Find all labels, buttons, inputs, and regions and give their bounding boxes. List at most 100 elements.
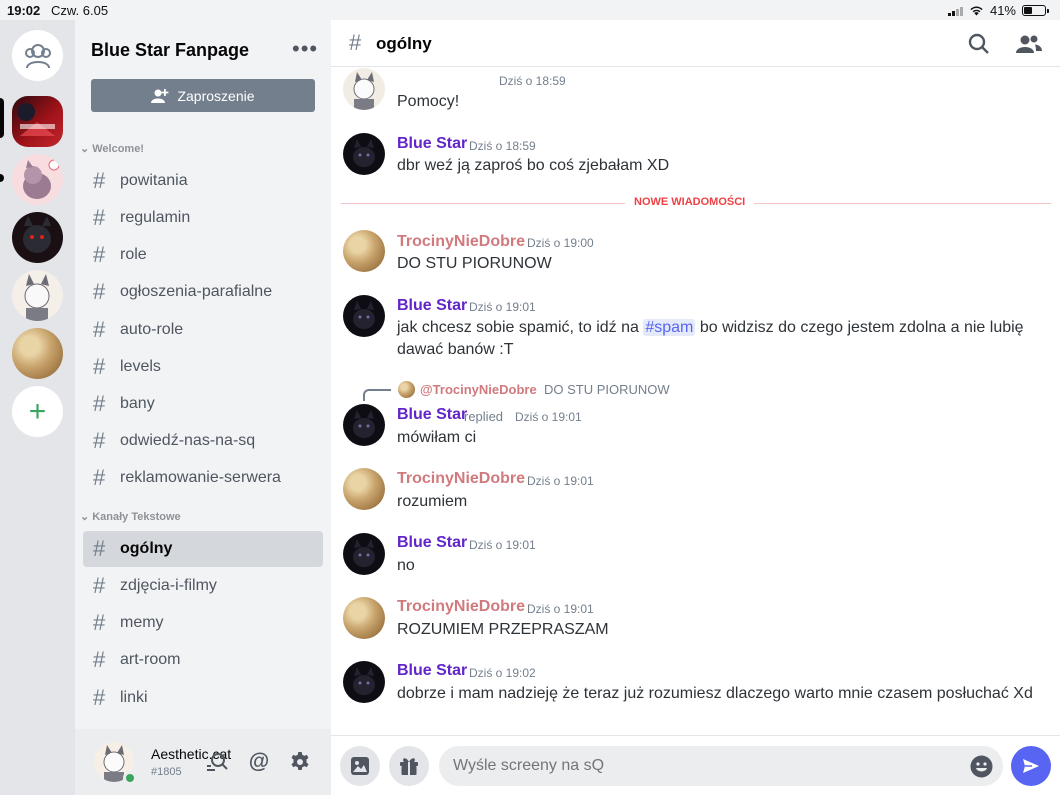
channel-reklamowanie-serwera[interactable]: # reklamowanie-serwera — [83, 460, 323, 496]
message-author[interactable]: Blue Star — [397, 135, 467, 153]
attach-image-button[interactable] — [340, 746, 380, 786]
avatar[interactable] — [343, 597, 385, 639]
invite-button[interactable]: Zaproszenie — [91, 79, 315, 112]
channel-bany[interactable]: # bany — [83, 386, 323, 422]
channel-linki[interactable]: # linki — [83, 680, 323, 716]
channel-levels[interactable]: # levels — [83, 349, 323, 385]
category-kanaly-tekstowe[interactable]: ⌄ Kanały Tekstowe — [80, 510, 181, 523]
reply-preview[interactable]: DO STU PIORUNOW — [544, 382, 670, 397]
settings-icon — [291, 752, 309, 770]
message-timestamp: Dziś o 19:01 — [469, 538, 536, 552]
hash-icon: # — [93, 317, 106, 342]
message-input[interactable] — [453, 746, 953, 786]
message-timestamp: Dziś o 19:01 — [527, 474, 594, 488]
channel-auto-role[interactable]: # auto-role — [83, 312, 323, 348]
channel-label: linki — [120, 689, 148, 706]
message-author[interactable]: Blue Star — [397, 534, 467, 552]
message-text: dbr weź ją zaproś bo coś zjebałam XD — [397, 157, 670, 174]
channel-label: auto-role — [120, 321, 184, 338]
avatar[interactable] — [343, 661, 385, 703]
channel-role[interactable]: # role — [83, 237, 323, 273]
message-author[interactable]: TrocinyNieDobre — [397, 470, 525, 488]
avatar[interactable] — [343, 468, 385, 510]
avatar-art — [353, 139, 375, 167]
friends-icon — [24, 43, 51, 68]
direct-messages-button[interactable] — [12, 30, 63, 81]
selected-server-indicator — [0, 98, 4, 138]
message-timestamp: Dziś o 19:01 — [469, 300, 536, 314]
message-author[interactable]: TrocinyNieDobre — [397, 233, 525, 251]
hash-icon: # — [93, 205, 106, 230]
server-icon-4[interactable] — [12, 270, 63, 321]
mentions-button[interactable]: @ — [247, 750, 271, 774]
message-author[interactable]: TrocinyNieDobre — [397, 598, 525, 616]
search-icon[interactable] — [967, 32, 991, 56]
avatar[interactable] — [343, 404, 385, 446]
avatar[interactable] — [343, 295, 385, 337]
server-icon-art — [23, 159, 60, 199]
settings-button[interactable] — [288, 750, 312, 774]
message-text: jak chcesz sobie spamić, to idź na #spam… — [397, 317, 1047, 361]
channel-art-room[interactable]: # art-room — [83, 642, 323, 678]
channel-memy[interactable]: # memy — [83, 605, 323, 641]
hash-icon: # — [93, 610, 106, 635]
message-author[interactable]: Blue Star — [397, 297, 467, 315]
avatar-art — [353, 301, 375, 329]
gift-button[interactable] — [389, 746, 429, 786]
channel-powitania[interactable]: # powitania — [83, 163, 323, 199]
message-text: rozumiem — [397, 493, 468, 510]
search-members-button[interactable] — [205, 750, 229, 774]
wifi-icon — [970, 6, 983, 16]
emoji-icon[interactable] — [970, 755, 993, 778]
channel-regulamin[interactable]: # regulamin — [83, 200, 323, 236]
avatar[interactable] — [343, 68, 385, 110]
avatar[interactable] — [343, 133, 385, 175]
message-text: no — [397, 557, 415, 574]
channel-ogolny[interactable]: # ogólny — [83, 531, 323, 567]
mentions-icon: @ — [248, 750, 270, 773]
message-composer — [331, 735, 1060, 795]
channel-label: ogłoszenia-parafialne — [120, 283, 273, 300]
hash-icon: # — [93, 647, 106, 672]
category-welcome[interactable]: ⌄ Welcome! — [80, 142, 144, 155]
server-name[interactable]: Blue Star Fanpage — [91, 40, 249, 61]
server-blue-star-fanpage[interactable] — [12, 96, 63, 147]
server-icon-3[interactable] — [12, 212, 63, 263]
avatar[interactable] — [343, 230, 385, 272]
channel-ogloszenia-parafialne[interactable]: # ogłoszenia-parafialne — [83, 274, 323, 310]
send-button[interactable] — [1011, 746, 1051, 786]
reply-author[interactable]: @TrocinyNieDobre — [420, 382, 537, 397]
message-text: ROZUMIEM PRZEPRASZAM — [397, 621, 609, 638]
avatar[interactable] — [343, 533, 385, 575]
add-server-button[interactable]: + — [12, 386, 63, 437]
channel-label: role — [120, 246, 147, 263]
chat-header: # ogólny — [331, 20, 1060, 67]
hash-icon: # — [93, 428, 106, 453]
message-author[interactable]: Blue Star — [397, 662, 467, 680]
server-icon-5[interactable] — [12, 328, 63, 379]
plus-icon: + — [28, 394, 47, 428]
chevron-down-icon: ⌄ — [80, 143, 90, 155]
message-text: Pomocy! — [397, 93, 460, 110]
message-timestamp: Dziś o 19:00 — [527, 236, 594, 250]
channel-label: bany — [120, 395, 155, 412]
more-icon[interactable]: ••• — [292, 36, 318, 62]
channel-title: ogólny — [376, 34, 432, 53]
hash-icon: # — [93, 242, 106, 267]
message-author[interactable]: Blue Star — [397, 406, 467, 424]
message-timestamp: Dziś o 18:59 — [499, 74, 566, 88]
channel-mention-link[interactable]: #spam — [643, 319, 696, 336]
message-timestamp: Dziś o 18:59 — [469, 139, 536, 153]
server-icon-2[interactable] — [12, 154, 63, 205]
hash-icon: # — [93, 279, 106, 304]
members-icon[interactable] — [1016, 32, 1042, 56]
invite-label: Zaproszenie — [177, 87, 255, 104]
channel-odwiedz-nas-na-sq[interactable]: # odwiedź-nas-na-sq — [83, 423, 323, 459]
hash-icon: # — [93, 168, 106, 193]
channel-zdjecia-i-filmy[interactable]: # zdjęcia-i-filmy — [83, 568, 323, 604]
chat-area: # ogólny Dziś o 18:59 Pomocy! Blue Star … — [331, 20, 1060, 795]
replied-label: replied — [464, 409, 504, 424]
online-status-indicator — [123, 771, 137, 785]
message-timestamp: Dziś o 19:01 — [515, 410, 582, 424]
chevron-down-icon: ⌄ — [80, 511, 90, 523]
